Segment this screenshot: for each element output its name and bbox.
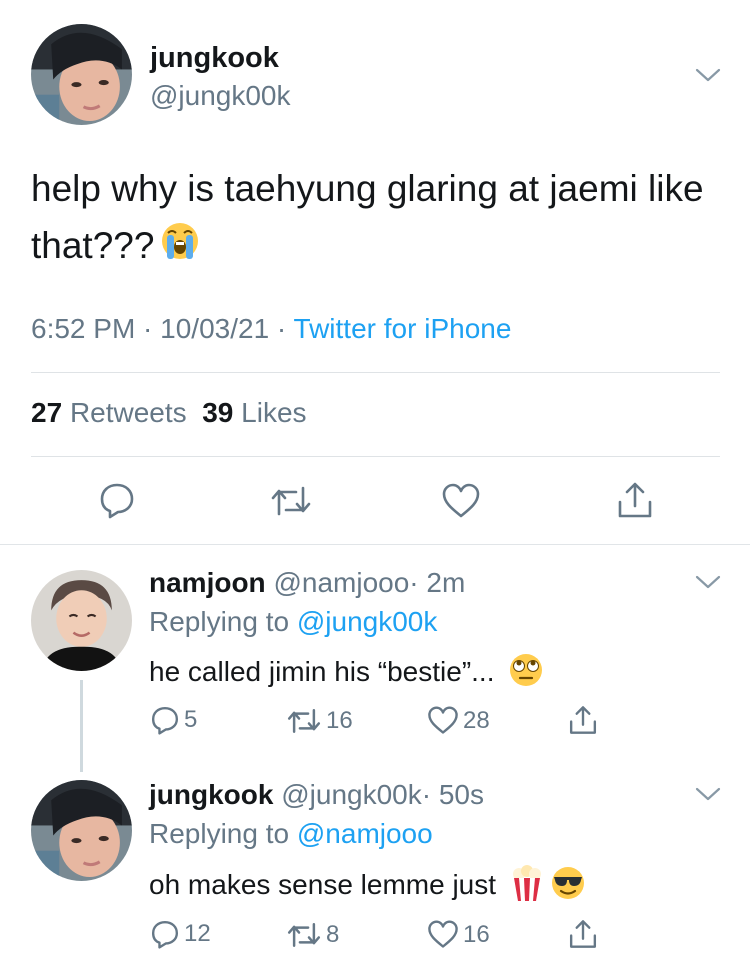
replying-to-link[interactable]: @namjooo (297, 818, 433, 849)
replying-to-link[interactable]: @jungk00k (297, 606, 438, 637)
like-button[interactable]: 28 (427, 706, 490, 735)
tweet-stats: 27 Retweets 39 Likes (31, 397, 307, 429)
reply-header: namjoon @namjooo· 2m (149, 567, 465, 599)
reply-time: · 2m (409, 567, 466, 598)
reply-author-name[interactable]: jungkook (149, 779, 273, 810)
retweet-button[interactable]: 16 (286, 707, 353, 735)
reply-text: he called jimin his “bestie”... (149, 652, 544, 695)
reply-icon (151, 706, 179, 735)
avatar-jungkook-reply[interactable] (31, 780, 132, 881)
thread-line (80, 680, 83, 772)
avatar-jungkook-main[interactable] (31, 24, 132, 125)
reply-time: · 50s (421, 779, 484, 810)
author-handle[interactable]: @jungk00k (150, 80, 291, 112)
retweet-count: 8 (326, 921, 340, 948)
chevron-down-icon[interactable] (694, 573, 722, 591)
divider (31, 456, 720, 457)
retweets-count[interactable]: 27 (31, 397, 62, 428)
reply-author-handle[interactable]: @jungk00k (281, 779, 422, 810)
replying-to: Replying to @jungk00k (149, 606, 438, 637)
eye-roll-face-icon (508, 652, 544, 695)
replying-to: Replying to @namjooo (149, 818, 433, 849)
retweet-button[interactable] (270, 484, 312, 518)
sunglasses-face-icon (550, 865, 586, 908)
tweet-source-link[interactable]: Twitter for iPhone (294, 313, 512, 344)
reply-text: oh makes sense lemme just (149, 864, 586, 909)
retweet-button[interactable]: 8 (286, 921, 339, 949)
retweet-icon (287, 923, 321, 947)
tweet-timestamp: 6:52 PM · 10/03/21 · (31, 313, 294, 344)
reply-header: jungkook @jungk00k· 50s (149, 779, 484, 811)
like-button[interactable] (441, 483, 481, 519)
like-count: 28 (463, 706, 490, 734)
retweet-count: 16 (326, 707, 353, 734)
retweet-icon (287, 709, 321, 733)
share-icon (569, 920, 597, 948)
tweet-text: help why is taehyung glaring at jaemi li… (31, 160, 721, 277)
likes-count[interactable]: 39 (202, 397, 233, 428)
reply-button[interactable]: 12 (150, 919, 211, 949)
share-icon (569, 706, 597, 734)
section-divider (0, 544, 750, 545)
reply-button[interactable]: 5 (150, 705, 197, 735)
chevron-down-icon[interactable] (694, 66, 722, 84)
retweets-label[interactable]: Retweets (70, 397, 187, 428)
share-button[interactable] (616, 480, 654, 520)
divider (31, 372, 720, 373)
heart-icon (428, 920, 458, 948)
reply-icon (151, 920, 179, 949)
share-icon (618, 482, 652, 518)
reply-author-name[interactable]: namjoon (149, 567, 266, 598)
popcorn-icon (510, 864, 544, 909)
reply-icon (100, 483, 134, 519)
tweet-text-content: help why is taehyung glaring at jaemi li… (31, 168, 704, 266)
reply-author-handle[interactable]: @namjooo (273, 567, 409, 598)
retweet-icon (271, 486, 311, 516)
heart-icon (442, 483, 480, 518)
tweet-meta: 6:52 PM · 10/03/21 · Twitter for iPhone (31, 313, 511, 345)
heart-icon (428, 706, 458, 734)
reply-count: 12 (184, 920, 211, 947)
reply-button[interactable] (98, 481, 136, 519)
crying-face-icon (160, 220, 200, 277)
reply-count: 5 (184, 706, 198, 733)
share-button[interactable] (568, 704, 602, 736)
like-count: 16 (463, 920, 490, 948)
like-button[interactable]: 16 (427, 920, 490, 949)
avatar-namjoon[interactable] (31, 570, 132, 671)
chevron-down-icon[interactable] (694, 785, 722, 803)
author-name[interactable]: jungkook (150, 42, 279, 75)
share-button[interactable] (568, 918, 602, 950)
likes-label[interactable]: Likes (241, 397, 306, 428)
